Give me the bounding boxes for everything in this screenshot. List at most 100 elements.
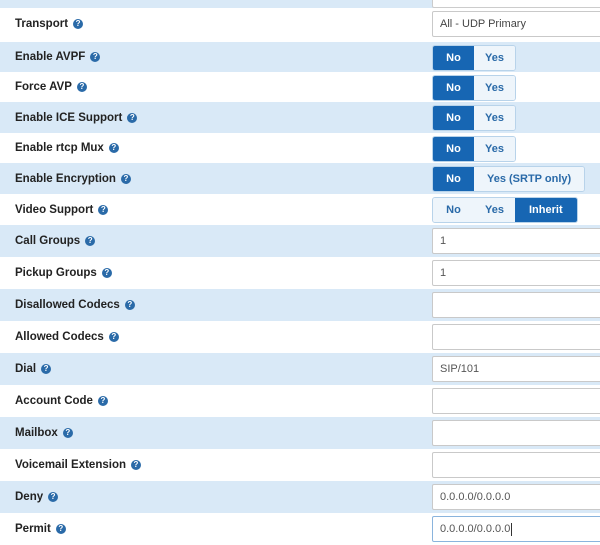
help-icon[interactable]: ? [97,396,108,406]
help-icon[interactable]: ? [108,143,119,153]
force-avp-label-text: Force AVP [15,81,72,93]
disallowed-codecs-input[interactable] [432,292,600,318]
enable-avpf-no-button[interactable]: No [433,46,474,70]
disallowed-codecs-label-text: Disallowed Codecs [15,299,120,311]
row-enable-rtcp-mux: Enable rtcp Mux ? No Yes [0,133,600,163]
force-avp-no-button[interactable]: No [433,76,474,100]
enable-ice-yes-button[interactable]: Yes [474,106,515,130]
row-allowed-codecs: Allowed Codecs ? [0,321,600,353]
enable-encryption-no-button[interactable]: No [433,167,474,191]
allowed-codecs-input[interactable] [432,324,600,350]
permit-value: 0.0.0.0/0.0.0.0 [440,523,511,535]
deny-value: 0.0.0.0/0.0.0.0 [440,491,511,503]
enable-encryption-yes-srtp-button[interactable]: Yes (SRTP only) [474,167,585,191]
account-code-label: Account Code ? [15,395,108,407]
help-icon[interactable]: ? [127,112,138,123]
enable-encryption-label-text: Enable Encryption [15,172,116,185]
allowed-codecs-label-text: Allowed Codecs [15,331,104,343]
permit-label: Permit ? [15,523,66,535]
enable-rtcp-mux-toggle: No Yes [432,136,516,162]
enable-avpf-label-text: Enable AVPF [15,51,86,63]
help-icon[interactable]: ? [73,19,84,29]
help-icon[interactable]: ? [120,173,131,184]
row-transport: Transport ? All - UDP Primary [0,8,600,40]
row-video-support: Video Support ? No Yes Inherit [0,194,600,225]
account-code-label-text: Account Code [15,395,93,407]
help-icon[interactable]: ? [90,52,101,62]
allowed-codecs-label: Allowed Codecs ? [15,331,119,343]
pickup-groups-label: Pickup Groups ? [15,267,112,279]
row-voicemail-extension: Voicemail Extension ? [0,449,600,481]
enable-avpf-toggle: No Yes [432,45,516,71]
force-avp-label: Force AVP ? [15,81,87,93]
row-account-code: Account Code ? [0,385,600,417]
video-support-label: Video Support ? [15,203,109,216]
enable-encryption-label: Enable Encryption ? [15,173,131,185]
row-enable-ice-support: Enable ICE Support ? No Yes [0,102,600,133]
row-call-groups: Call Groups ? 1 [0,225,600,257]
force-avp-yes-button[interactable]: Yes [474,76,515,100]
enable-avpf-label: Enable AVPF ? [15,51,101,63]
help-icon[interactable]: ? [76,82,87,92]
call-groups-value: 1 [440,235,447,247]
enable-rtcp-mux-no-button[interactable]: No [433,137,474,161]
row-mailbox: Mailbox ? [0,417,600,449]
help-icon[interactable]: ? [55,524,66,534]
enable-ice-label-text: Enable ICE Support [15,111,123,124]
transport-label: Transport ? [15,18,84,30]
enable-ice-no-button[interactable]: No [433,106,474,130]
call-groups-input[interactable]: 1 [432,228,600,254]
video-support-yes-button[interactable]: Yes [474,198,515,222]
pickup-groups-input[interactable]: 1 [432,260,600,286]
voicemail-extension-input[interactable] [432,452,600,478]
row-dial: Dial ? SIP/101 [0,353,600,385]
video-support-no-button[interactable]: No [433,198,474,222]
voicemail-extension-label-text: Voicemail Extension [15,459,126,471]
help-icon[interactable]: ? [108,332,119,342]
dial-input[interactable]: SIP/101 [432,356,600,382]
video-support-toggle: No Yes Inherit [432,197,578,223]
previous-field[interactable] [432,0,600,8]
help-icon[interactable]: ? [124,300,135,310]
video-support-inherit-button[interactable]: Inherit [515,198,577,222]
help-icon[interactable]: ? [41,364,52,374]
call-groups-label: Call Groups ? [15,235,96,247]
row-deny: Deny ? 0.0.0.0/0.0.0.0 [0,481,600,513]
help-icon[interactable]: ? [98,204,109,215]
row-permit: Permit ? 0.0.0.0/0.0.0.0 [0,513,600,545]
transport-select[interactable]: All - UDP Primary [432,11,600,37]
help-icon[interactable]: ? [101,268,112,278]
mailbox-input[interactable] [432,420,600,446]
deny-label: Deny ? [15,491,59,503]
enable-ice-label: Enable ICE Support ? [15,111,138,124]
row-enable-avpf: Enable AVPF ? No Yes [0,42,600,72]
enable-ice-toggle: No Yes [432,105,516,131]
force-avp-toggle: No Yes [432,75,516,101]
help-icon[interactable]: ? [85,236,96,246]
enable-rtcp-mux-yes-button[interactable]: Yes [474,137,515,161]
transport-label-text: Transport [15,18,69,30]
help-icon[interactable]: ? [131,460,141,470]
transport-select-value: All - UDP Primary [440,18,526,30]
permit-label-text: Permit [15,523,51,535]
enable-encryption-toggle: No Yes (SRTP only) [432,166,586,192]
mailbox-label-text: Mailbox [15,427,58,439]
enable-avpf-yes-button[interactable]: Yes [474,46,515,70]
dial-label: Dial ? [15,363,52,375]
video-support-label-text: Video Support [15,203,94,216]
deny-label-text: Deny [15,491,44,503]
dial-label-text: Dial [15,363,37,375]
mailbox-label: Mailbox ? [15,427,73,439]
permit-input[interactable]: 0.0.0.0/0.0.0.0 [432,516,600,542]
row-enable-encryption: Enable Encryption ? No Yes (SRTP only) [0,163,600,194]
disallowed-codecs-label: Disallowed Codecs ? [15,299,135,311]
deny-input[interactable]: 0.0.0.0/0.0.0.0 [432,484,600,510]
help-icon[interactable]: ? [62,428,73,438]
previous-row-strip [0,0,600,8]
help-icon[interactable]: ? [48,492,59,502]
row-force-avp: Force AVP ? No Yes [0,72,600,102]
account-code-input[interactable] [432,388,600,414]
row-pickup-groups: Pickup Groups ? 1 [0,257,600,289]
dial-value: SIP/101 [440,363,480,375]
call-groups-label-text: Call Groups [15,235,81,247]
